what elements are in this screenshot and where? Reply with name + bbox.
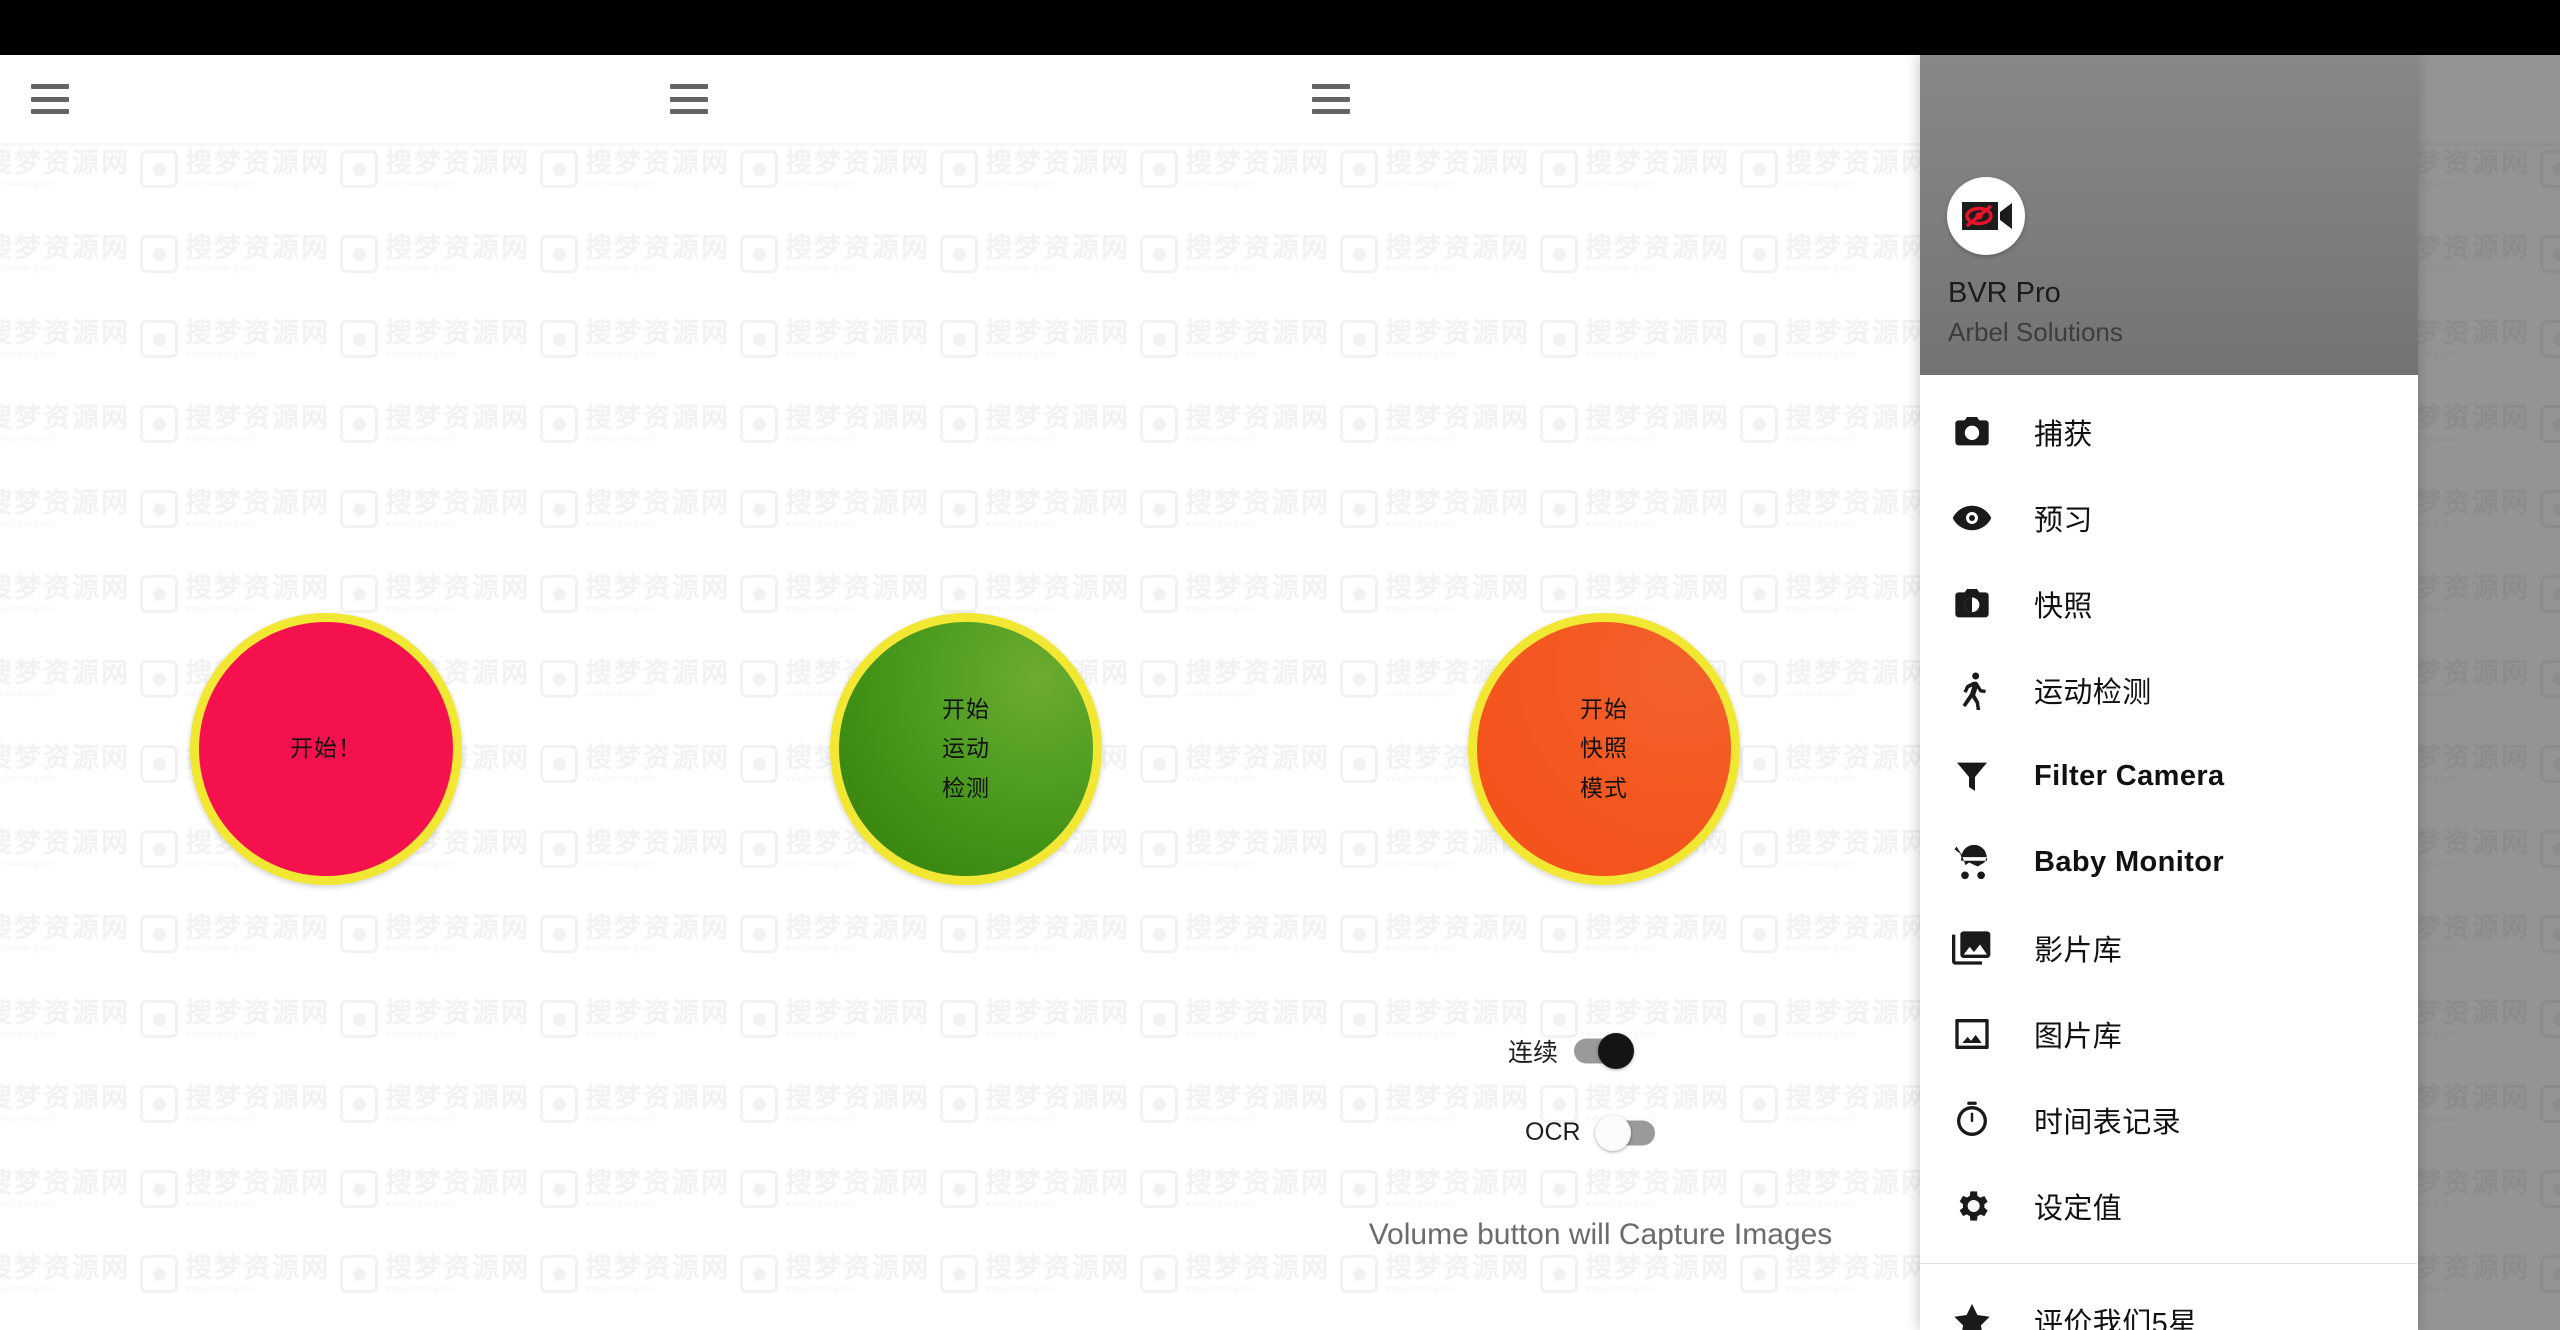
gear-icon xyxy=(1949,1183,1995,1229)
filter-funnel-icon xyxy=(1949,753,1995,799)
start-snapshot-mode-button[interactable]: 开始 快照 模式 xyxy=(1468,613,1740,885)
drawer-item-8[interactable]: 图片库 xyxy=(1920,991,2418,1077)
snapshot-button-line-3: 模式 xyxy=(1580,774,1628,801)
ocr-toggle[interactable] xyxy=(1594,1114,1655,1151)
navigation-drawer: BVR Pro Arbel Solutions 捕获预习快照运动检测 Filter… xyxy=(1920,55,2418,1330)
drawer-item-2[interactable]: 预习 xyxy=(1920,475,2418,561)
snapshot-button-line-1: 开始 xyxy=(1580,695,1628,722)
motion-button-line-2: 运动 xyxy=(942,735,990,762)
drawer-item-9[interactable]: 时间表记录 xyxy=(1920,1077,2418,1163)
drawer-divider xyxy=(1920,1263,2418,1264)
hamburger-icon[interactable] xyxy=(670,84,708,114)
app-screen: 搜梦资源网www.someng.net搜梦资源网www.someng.net搜梦… xyxy=(0,0,2560,1330)
continuous-toggle-row: 连续 xyxy=(1508,1033,1635,1069)
drawer-item-label: 图片库 xyxy=(2034,1021,2123,1053)
photo-library-icon xyxy=(1949,925,1995,971)
hamburger-icon[interactable] xyxy=(1312,84,1350,114)
stroller-icon xyxy=(1949,839,1995,885)
drawer-item-5[interactable]: Filter Camera xyxy=(1920,733,2418,819)
ocr-toggle-thumb xyxy=(1594,1114,1631,1151)
drawer-item-label: 预习 xyxy=(2034,505,2093,537)
drawer-header: BVR Pro Arbel Solutions xyxy=(1920,55,2418,375)
drawer-item-4[interactable]: 运动检测 xyxy=(1920,647,2418,733)
video-camera-hidden-icon xyxy=(1947,177,2025,255)
drawer-item-10[interactable]: 设定值 xyxy=(1920,1163,2418,1249)
star-icon xyxy=(1949,1298,1995,1330)
start-capture-button[interactable]: 开始！ xyxy=(190,613,462,885)
ocr-toggle-row: OCR xyxy=(1525,1114,1655,1151)
photo-camera-icon xyxy=(1949,581,1995,627)
status-bar xyxy=(0,0,2560,55)
image-icon xyxy=(1949,1011,1995,1057)
motion-button-line-3: 检测 xyxy=(942,774,990,801)
drawer-item-label: 快照 xyxy=(2034,591,2093,623)
drawer-item-label: 影片库 xyxy=(2034,935,2123,967)
start-button-line-1: 开始！ xyxy=(290,735,362,762)
snapshot-button-line-2: 快照 xyxy=(1580,735,1628,762)
eye-icon xyxy=(1949,495,1995,541)
drawer-item-6[interactable]: Baby Monitor xyxy=(1920,819,2418,905)
drawer-item-label: Filter Camera xyxy=(2034,759,2225,792)
stopwatch-icon xyxy=(1949,1097,1995,1143)
drawer-item-3[interactable]: 快照 xyxy=(1920,561,2418,647)
drawer-item-list: 捕获预习快照运动检测 Filter Camera Baby Monitor 影片库图片… xyxy=(1920,375,2418,1330)
continuous-toggle-label: 连续 xyxy=(1508,1039,1559,1067)
motion-button-line-1: 开始 xyxy=(942,695,990,722)
drawer-item-label: 运动检测 xyxy=(2034,677,2152,709)
drawer-item-label: 设定值 xyxy=(2034,1193,2123,1225)
drawer-item-1[interactable]: 捕获 xyxy=(1920,389,2418,475)
drawer-item-label: 时间表记录 xyxy=(2034,1107,2182,1139)
hamburger-icon[interactable] xyxy=(31,84,69,114)
drawer-item-1[interactable]: 评价我们5星 xyxy=(1920,1278,2418,1330)
camera-icon xyxy=(1949,409,1995,455)
drawer-item-7[interactable]: 影片库 xyxy=(1920,905,2418,991)
ocr-toggle-label: OCR xyxy=(1525,1118,1581,1146)
start-motion-detection-button[interactable]: 开始 运动 检测 xyxy=(830,613,1102,885)
continuous-toggle-thumb xyxy=(1598,1033,1635,1069)
drawer-item-label: 捕获 xyxy=(2034,419,2093,451)
drawer-item-label: 评价我们5星 xyxy=(2034,1308,2198,1330)
continuous-toggle[interactable] xyxy=(1574,1033,1635,1069)
volume-button-hint: Volume button will Capture Images xyxy=(1368,1218,1833,1251)
running-person-icon xyxy=(1949,667,1995,713)
drawer-item-label: Baby Monitor xyxy=(2034,845,2225,878)
drawer-app-vendor: Arbel Solutions xyxy=(1948,317,2123,347)
drawer-app-name: BVR Pro xyxy=(1948,277,2061,309)
